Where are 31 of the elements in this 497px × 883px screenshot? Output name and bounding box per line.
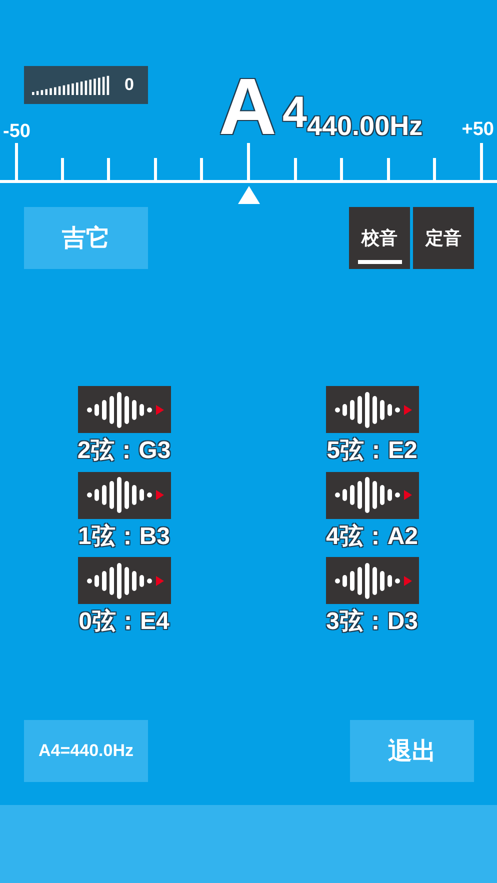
string-label: 1弦：B3 bbox=[78, 522, 170, 552]
scale-min-label: -50 bbox=[3, 121, 32, 143]
reference-pitch-button[interactable]: A4=440.0Hz bbox=[24, 720, 148, 782]
exit-button[interactable]: 退出 bbox=[350, 720, 474, 782]
mode-tab[interactable]: 校音 bbox=[349, 207, 410, 269]
play-string-button[interactable] bbox=[326, 386, 418, 433]
play-sound-icon bbox=[332, 390, 412, 428]
mode-tab[interactable]: 定音 bbox=[413, 207, 474, 269]
string-label: 5弦：E2 bbox=[326, 436, 418, 466]
instrument-button[interactable]: 吉它 bbox=[24, 207, 148, 269]
play-sound-icon bbox=[84, 476, 164, 514]
play-string-button[interactable] bbox=[78, 557, 170, 604]
play-string-button[interactable] bbox=[326, 557, 418, 604]
string-label: 0弦：E4 bbox=[78, 607, 170, 637]
level-bars-icon bbox=[32, 75, 110, 95]
scale-max-label: +50 bbox=[462, 119, 494, 141]
play-sound-icon bbox=[84, 390, 164, 428]
play-string-button[interactable] bbox=[78, 386, 170, 433]
volume-reading: 0 bbox=[124, 75, 134, 95]
play-string-button[interactable] bbox=[78, 472, 170, 518]
play-sound-icon bbox=[84, 562, 164, 600]
note-letter: A bbox=[218, 71, 277, 143]
play-sound-icon bbox=[332, 476, 412, 514]
note-octave: 4 bbox=[282, 91, 307, 135]
frequency-reading: 440.00Hz bbox=[307, 111, 423, 141]
string-label: 3弦：D3 bbox=[326, 607, 418, 637]
pointer-icon bbox=[238, 186, 260, 204]
play-string-button[interactable] bbox=[326, 472, 418, 518]
play-sound-icon bbox=[332, 562, 412, 600]
string-label: 4弦：A2 bbox=[326, 522, 418, 552]
string-label: 2弦：G3 bbox=[77, 436, 171, 466]
